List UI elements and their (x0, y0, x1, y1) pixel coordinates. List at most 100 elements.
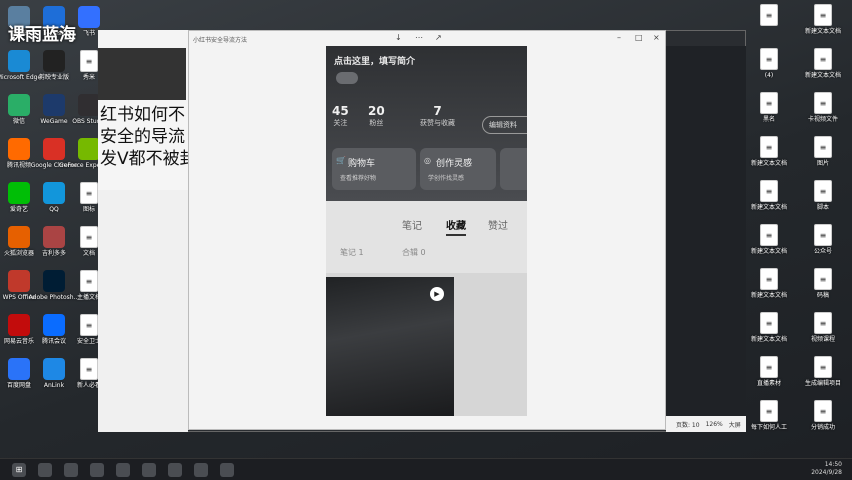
more-icon[interactable]: ⋯ (415, 33, 423, 42)
desktop-icon[interactable]: ≡ 生成编辑项目 (804, 356, 841, 387)
desktop-icon[interactable]: 腾讯会议 (37, 314, 71, 345)
zoom-level[interactable]: 126% (706, 421, 723, 428)
desktop-icon-label: 直播素材 (756, 380, 781, 387)
edge-icon[interactable] (64, 462, 78, 477)
desktop-icon[interactable]: ≡ 新建文本文档 (750, 136, 787, 167)
jianying-icon (43, 50, 65, 72)
obs-icon (78, 94, 100, 116)
desktop-icon[interactable]: ≡ 图片 (806, 136, 840, 167)
desktop-icon[interactable]: 火狐浏览器 (2, 226, 36, 257)
desktop-icon[interactable]: 网易云音乐 (2, 314, 36, 345)
desktop-icon[interactable]: ≡ 新建文本文档 (750, 268, 787, 299)
desktop-icon-label: 吉利多多 (41, 250, 66, 257)
desktop-icon[interactable]: 爱奇艺 (2, 182, 36, 213)
document-icon: ≡ (760, 312, 778, 334)
photoshop-icon (43, 270, 65, 292)
desktop-icon-label: 新建文本文档 (750, 160, 787, 167)
desktop-icon[interactable]: 百度网盘 (2, 358, 36, 389)
document-icon: ≡ (760, 356, 778, 378)
geforce-icon (78, 138, 100, 160)
desktop-icon[interactable]: QQ (37, 182, 71, 213)
desktop-icon[interactable]: ≡ 分销成功 (806, 400, 840, 431)
background-window-lower-panel (98, 190, 188, 432)
desktop-icon-label: (4) (764, 72, 774, 79)
page-count: 页数: 10 (676, 421, 700, 429)
photo-icon[interactable] (194, 462, 208, 477)
desktop-icon[interactable]: 微信 (2, 94, 36, 125)
minimize-icon[interactable]: – (617, 33, 621, 42)
chrome-icon (43, 138, 65, 160)
desktop-icon[interactable]: ≡ 新建文本文档 (805, 48, 841, 79)
desktop-icon-label: 公众号 (813, 248, 832, 255)
desktop-icon[interactable]: ≡ 直播素材 (752, 356, 786, 387)
edge-icon (8, 50, 30, 72)
search-icon[interactable] (38, 462, 52, 477)
desktop-icon[interactable]: ≡ (752, 4, 786, 28)
viewer-statusbar: 页数: 10 126% 大屏 (666, 416, 746, 432)
desktop-icon-label: 新建文本文档 (750, 336, 787, 343)
desktop-icon[interactable]: WeGame (37, 94, 71, 125)
background-window-dark-strip (98, 48, 186, 100)
windows-icon[interactable]: ⊞ (12, 462, 26, 477)
desktop-icon[interactable]: ≡ 视频课程 (806, 312, 840, 343)
netease-music-icon (8, 314, 30, 336)
desktop-icon[interactable]: ≡ 新建文本文档 (804, 4, 841, 35)
close-icon[interactable]: × (653, 33, 660, 42)
desktop-icon[interactable]: ≡ 卡视频文件 (806, 92, 840, 123)
document-icon: ≡ (760, 48, 778, 70)
desktop-icon[interactable]: ≡ 码稿 (806, 268, 840, 299)
wechat-icon[interactable] (116, 462, 130, 477)
fullscreen-toggle[interactable]: 大屏 (729, 420, 741, 429)
desktop-icon[interactable]: ≡ 脚本 (806, 180, 840, 211)
desktop-icon[interactable]: ≡ (4) (752, 48, 786, 79)
chrome-icon[interactable] (220, 462, 234, 477)
wps-icon (8, 270, 30, 292)
desktop-icon[interactable]: ≡ 每下如何人工 (750, 400, 787, 431)
document-icon: ≡ (760, 400, 778, 422)
desktop-icon-label: 新建文本文档 (804, 28, 841, 35)
desktop-icon[interactable]: Microsoft Edge (0, 50, 41, 81)
system-tray[interactable]: 14:50 2024/9/28 (811, 461, 842, 477)
desktop-icon[interactable]: Adobe Photosh... (29, 270, 79, 301)
cart-icon: 🛒 (336, 156, 346, 165)
viewer-titlebar[interactable]: 小红书安全导流方法 (189, 31, 665, 47)
document-icon: ≡ (80, 314, 98, 336)
desktop-icon-label: 百度网盘 (6, 382, 31, 389)
desktop-icon[interactable]: ≡ 新建文本文档 (750, 224, 787, 255)
desktop-icon-label: 每下如何人工 (750, 424, 787, 431)
stat-following: 45 关注 (332, 104, 349, 127)
share-icon[interactable]: ↗ (435, 33, 442, 42)
app-icon[interactable] (168, 462, 182, 477)
document-icon: ≡ (80, 226, 98, 248)
article-overlay-text: 红书如何不 安全的导流 发V都不被封 (98, 104, 190, 190)
collection-grid: ▶ (326, 273, 527, 416)
document-icon: ≡ (80, 270, 98, 292)
desktop-icon[interactable]: ≡ 新建文本文档 (750, 312, 787, 343)
desktop-icon[interactable]: AnLink (37, 358, 71, 389)
desktop-icon-label: WeGame (40, 118, 68, 125)
desktop-icon[interactable]: 剪映专业版 (37, 50, 71, 81)
edit-profile-button: 编辑资料 (482, 116, 527, 134)
play-icon: ▶ (430, 287, 444, 301)
desktop-icon-label: 生成编辑项目 (804, 380, 841, 387)
desktop-icon-label: 新建文本文档 (750, 248, 787, 255)
desktop-icon[interactable]: 吉利多多 (37, 226, 71, 257)
document-icon: ≡ (760, 268, 778, 290)
desktop-icon-label: 卡视频文件 (807, 116, 838, 123)
desktop-icon[interactable]: ≡ 黑名 (752, 92, 786, 123)
wegame-icon (43, 94, 65, 116)
desktop-icon[interactable]: ≡ 新建文本文档 (751, 180, 787, 211)
taskbar: ⊞ 14:50 2024/9/28 (0, 458, 852, 480)
document-icon: ≡ (760, 136, 778, 158)
qq-icon[interactable] (142, 462, 156, 477)
explorer-icon[interactable] (90, 462, 104, 477)
desktop-icon-label: 新建文本文档 (750, 292, 787, 299)
feishu-icon (78, 6, 100, 28)
desktop-icon[interactable]: ≡ 公众号 (806, 224, 840, 255)
video-thumbnail: ▶ (326, 277, 454, 416)
creation-inspiration-card: ◎ 创作灵感 学创作找灵感 (420, 148, 496, 190)
desktop-icon-label: QQ (49, 206, 59, 213)
download-icon[interactable]: ↓ (395, 33, 402, 42)
profile-header: 点击这里，填写简介 45 关注 20 粉丝 7 获赞与收藏 编辑资料 🛒 购物车… (326, 46, 527, 201)
maximize-icon[interactable]: □ (635, 33, 643, 42)
